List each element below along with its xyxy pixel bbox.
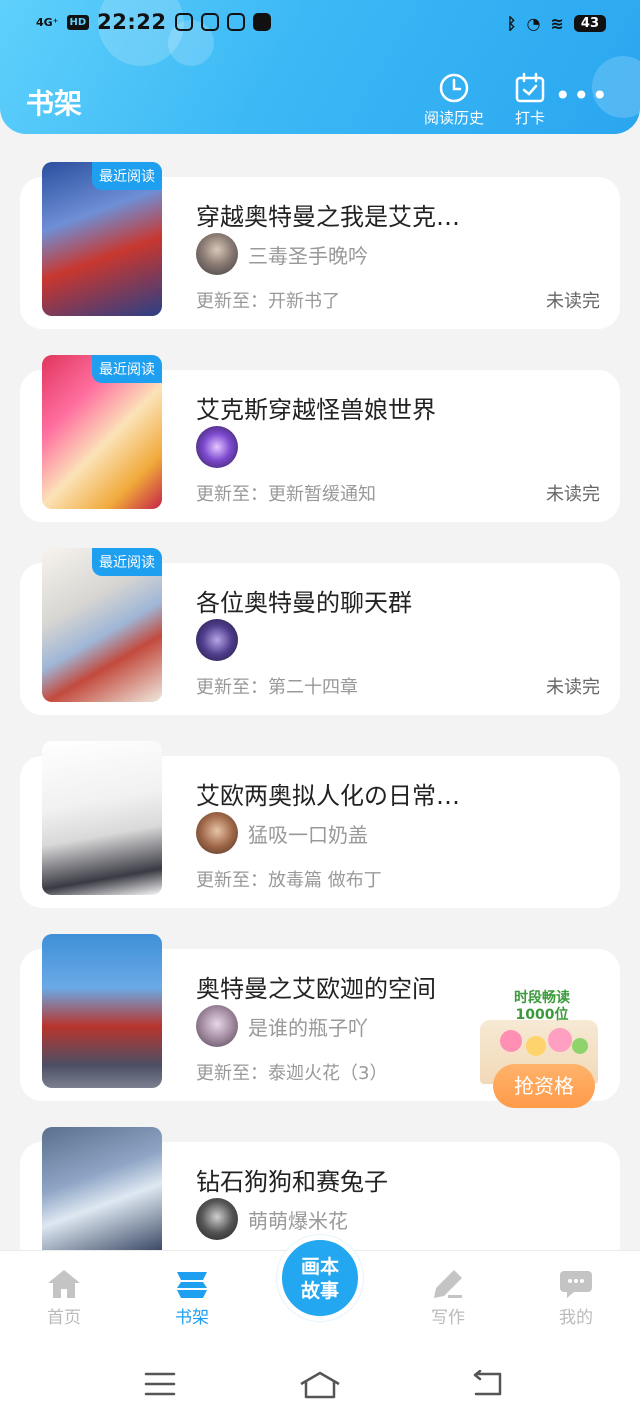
book-cover[interactable]: 最近阅读 bbox=[42, 548, 162, 702]
picture-story-button[interactable]: 画本 故事 bbox=[277, 1235, 363, 1321]
book-title: 各位奥特曼的聊天群 bbox=[196, 589, 412, 617]
grab-qualification-button[interactable]: 抢资格 bbox=[493, 1064, 595, 1108]
recent-read-tag: 最近阅读 bbox=[92, 355, 162, 383]
promo-text: 时段畅读 1000位 bbox=[492, 990, 592, 1024]
home-icon bbox=[48, 1270, 80, 1298]
tab-write-label: 写作 bbox=[431, 1308, 465, 1328]
book-title: 艾克斯穿越怪兽娘世界 bbox=[196, 396, 436, 424]
menu-icon[interactable] bbox=[144, 1370, 176, 1398]
camera-app-icon bbox=[226, 13, 245, 31]
author-avatar bbox=[196, 1198, 238, 1240]
author-name: 萌萌爆米花 bbox=[248, 1208, 348, 1233]
author-avatar bbox=[196, 812, 238, 854]
author-name: 是谁的瓶子吖 bbox=[248, 1015, 368, 1040]
book-cover[interactable] bbox=[42, 1127, 162, 1250]
chat-app-icon bbox=[200, 13, 219, 31]
book-cover[interactable] bbox=[42, 934, 162, 1088]
book-title: 穿越奥特曼之我是艾克… bbox=[196, 203, 460, 231]
book-title: 艾欧两奥拟人化の日常… bbox=[196, 782, 460, 810]
app-notification-icon bbox=[252, 13, 271, 31]
author-name: 三毒圣手晚吟 bbox=[248, 243, 368, 268]
author-avatar bbox=[196, 1005, 238, 1047]
author-row: 萌萌爆米花 bbox=[196, 1198, 348, 1240]
author-row: 三毒圣手晚吟 bbox=[196, 233, 368, 275]
signal-indicator: 4G⁺ bbox=[36, 15, 59, 29]
book-cover[interactable] bbox=[42, 741, 162, 895]
calendar-check-icon bbox=[515, 72, 545, 103]
tab-write[interactable]: 写作 bbox=[408, 1267, 488, 1328]
picture-story-line2: 故事 bbox=[300, 1280, 339, 1302]
battery-indicator: 43 bbox=[573, 15, 606, 32]
checkin-button[interactable]: 打卡 bbox=[514, 72, 546, 128]
tab-bookshelf[interactable]: 书架 bbox=[152, 1267, 232, 1328]
book-cover[interactable]: 最近阅读 bbox=[42, 162, 162, 316]
author-avatar bbox=[196, 619, 238, 661]
status-bar: 4G⁺ HD 22:22 ᛒ ◔ ≋ 43 bbox=[0, 0, 640, 52]
author-avatar bbox=[196, 426, 238, 468]
author-row: 猛吸一口奶盖 bbox=[196, 812, 368, 854]
update-info: 更新至：更新暂缓通知 bbox=[196, 484, 376, 505]
book-title: 钻石狗狗和赛兔子 bbox=[196, 1168, 388, 1196]
author-row: 是谁的瓶子吖 bbox=[196, 1005, 368, 1047]
update-info: 更新至：放毒篇 做布丁 bbox=[196, 870, 382, 891]
author-row bbox=[196, 619, 238, 661]
update-info: 更新至：泰迦火花（3） bbox=[196, 1063, 388, 1084]
read-status: 未读完 bbox=[546, 291, 600, 312]
read-status: 未读完 bbox=[546, 484, 600, 505]
alarm-icon: ◔ bbox=[526, 14, 541, 33]
checkin-label: 打卡 bbox=[514, 109, 545, 127]
bluetooth-icon: ᛒ bbox=[506, 14, 517, 33]
book-title: 奥特曼之艾欧迦的空间 bbox=[196, 975, 436, 1003]
tab-mine[interactable]: 我的 bbox=[536, 1267, 616, 1328]
more-dots-icon[interactable]: ••• bbox=[554, 82, 610, 110]
notification-icon bbox=[174, 13, 193, 31]
reading-history-button[interactable]: 阅读历史 bbox=[424, 72, 484, 128]
author-avatar bbox=[196, 233, 238, 275]
pen-icon bbox=[434, 1270, 462, 1298]
tab-home[interactable]: 首页 bbox=[24, 1267, 104, 1328]
picture-story-line1: 画本 bbox=[300, 1256, 339, 1278]
promo-text-line2: 1000位 bbox=[515, 1007, 569, 1023]
system-navigation-bar bbox=[0, 1350, 640, 1423]
author-name: 猛吸一口奶盖 bbox=[248, 822, 368, 847]
read-status: 未读完 bbox=[546, 677, 600, 698]
recent-read-tag: 最近阅读 bbox=[92, 162, 162, 190]
update-info: 更新至：第二十四章 bbox=[196, 677, 358, 698]
promo-text-line1: 时段畅读 bbox=[514, 990, 570, 1006]
back-icon[interactable] bbox=[470, 1370, 504, 1398]
tab-mine-label: 我的 bbox=[559, 1308, 593, 1328]
chat-bubble-icon bbox=[560, 1271, 592, 1298]
bookshelf-icon bbox=[177, 1272, 207, 1298]
home-nav-icon[interactable] bbox=[298, 1370, 342, 1400]
author-row bbox=[196, 426, 238, 468]
promo-badge[interactable]: 时段畅读 1000位 抢资格 bbox=[478, 986, 608, 1114]
reading-history-label: 阅读历史 bbox=[424, 109, 485, 127]
hd-badge: HD bbox=[66, 14, 90, 30]
tab-home-label: 首页 bbox=[47, 1308, 81, 1328]
clock: 22:22 bbox=[97, 10, 167, 34]
page-title: 书架 bbox=[26, 87, 83, 120]
update-info: 更新至：开新书了 bbox=[196, 291, 340, 312]
book-cover[interactable]: 最近阅读 bbox=[42, 355, 162, 509]
wifi-icon: ≋ bbox=[550, 14, 564, 33]
clock-icon bbox=[439, 73, 469, 103]
app-header: 4G⁺ HD 22:22 ᛒ ◔ ≋ 43 书架 阅读历史 打卡 ••• bbox=[0, 0, 640, 134]
bottom-tab-bar: 首页 书架 画本 故事 写作 我的 bbox=[0, 1235, 640, 1350]
recent-read-tag: 最近阅读 bbox=[92, 548, 162, 576]
tab-bookshelf-label: 书架 bbox=[175, 1308, 209, 1328]
